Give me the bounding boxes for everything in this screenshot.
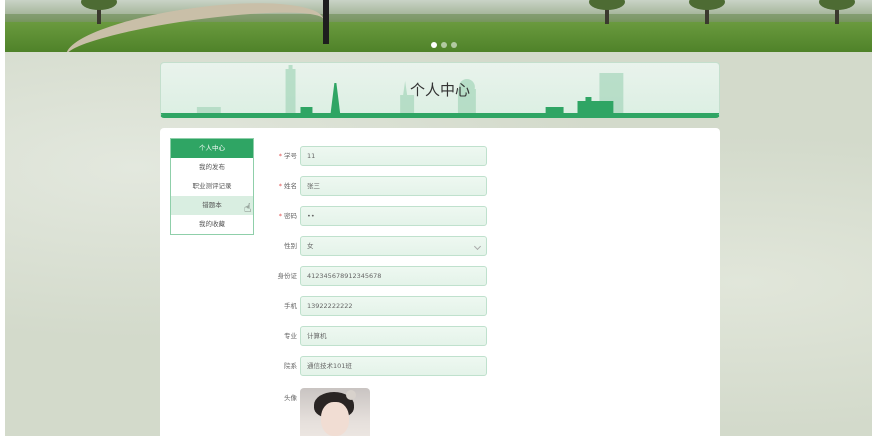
student-id-input[interactable]: 11 [300,146,487,166]
form-row-id-card: 身份证 412345678912345678 [270,266,490,286]
required-mark: * [278,212,282,220]
banner-sky [5,0,872,14]
password-input[interactable]: •• [300,206,487,226]
form-row-avatar: 头像 [270,388,490,436]
department-label: 院系 [284,362,297,370]
carousel-dot-2[interactable] [441,42,447,48]
major-input[interactable]: 计算机 [300,326,487,346]
form-row-gender: 性别 女 [270,236,490,256]
form-row-phone: 手机 13922222222 [270,296,490,316]
name-label: * 姓名 [278,182,297,190]
menu-item-favorites[interactable]: 我的收藏 [171,215,253,234]
menu-item-profile[interactable]: 个人中心 [171,139,253,158]
carousel-dot-3[interactable] [451,42,457,48]
page-title: 个人中心 [409,81,470,99]
required-mark: * [278,182,282,190]
avatar-label: 头像 [284,394,297,402]
student-id-label: * 学号 [278,152,297,160]
major-label: 专业 [284,332,297,340]
avatar-image[interactable] [300,388,370,436]
menu-item-career-test-records[interactable]: 职业测评记录 [171,177,253,196]
form-row-name: * 姓名 张三 [270,176,490,196]
menu-item-my-posts[interactable]: 我的发布 [171,158,253,177]
gender-label: 性别 [284,242,297,250]
required-mark: * [278,152,282,160]
password-label: * 密码 [278,212,297,220]
side-menu: 个人中心 我的发布 职业测评记录 错题本 我的收藏 [170,138,254,235]
id-card-label: 身份证 [277,272,298,280]
form-row-department: 院系 通信技术101班 [270,356,490,376]
department-input[interactable]: 通信技术101班 [300,356,487,376]
phone-label: 手机 [284,302,297,310]
form-row-password: * 密码 •• [270,206,490,226]
menu-item-wrong-questions[interactable]: 错题本 [171,196,253,215]
carousel-indicators [431,42,457,48]
gender-selected-value: 女 [307,242,314,250]
banner-lamp-pole [323,0,329,44]
form-row-major: 专业 计算机 [270,326,490,346]
avatar-face [321,402,349,436]
gender-select[interactable]: 女 [300,236,487,256]
page-title-banner: 个人中心 [160,62,720,118]
hand-cursor-icon: ☝ [244,201,252,215]
chevron-down-icon [473,242,482,251]
window-frame-right [872,0,877,436]
banner-carousel [5,0,872,52]
profile-panel: 个人中心 我的发布 职业测评记录 错题本 我的收藏 * 学号 11 * 姓名 张三 … [160,128,720,436]
name-input[interactable]: 张三 [300,176,487,196]
avatar-hair-ornament [346,390,356,400]
phone-input[interactable]: 13922222222 [300,296,487,316]
carousel-dot-1[interactable] [431,42,437,48]
id-card-input[interactable]: 412345678912345678 [300,266,487,286]
form-row-student-id: * 学号 11 [270,146,490,166]
